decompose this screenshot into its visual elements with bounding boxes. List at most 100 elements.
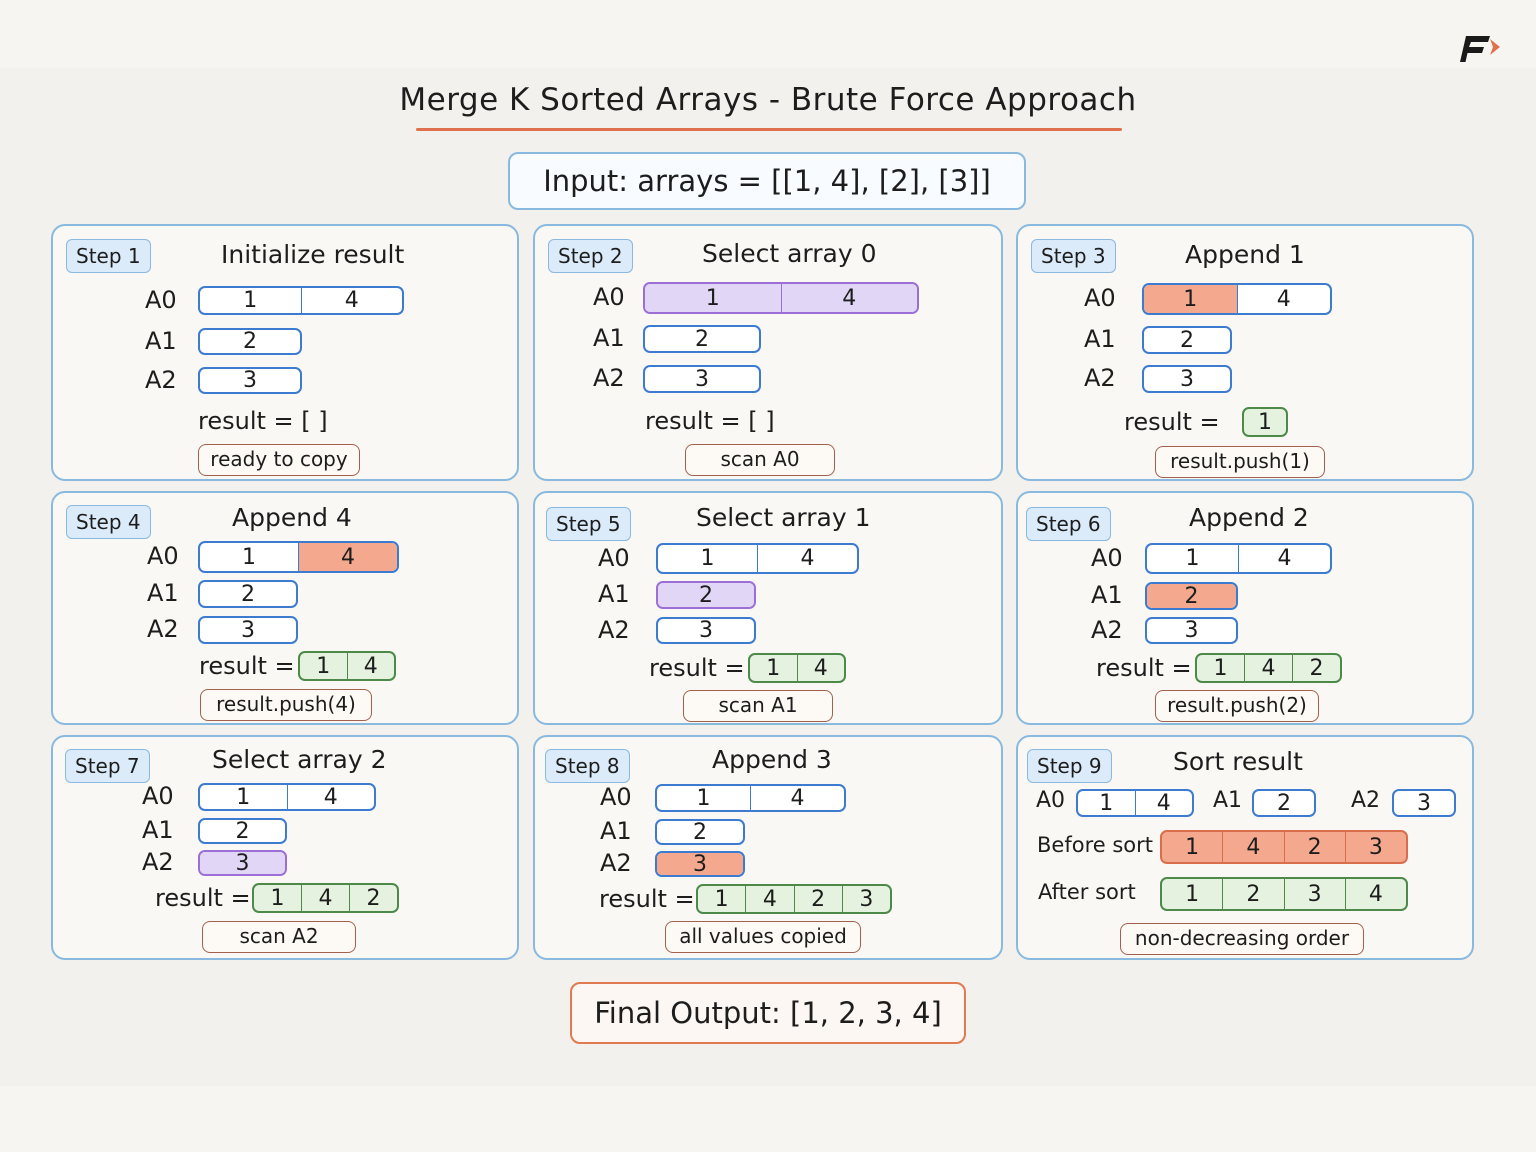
array-a0: 14 xyxy=(198,541,399,573)
result-array-cell: 4 xyxy=(1244,655,1292,681)
array-a0-cell: 4 xyxy=(780,284,917,312)
result-array-cell: 1 xyxy=(1213,655,1228,681)
array-a2: 3 xyxy=(656,617,756,644)
array-a0-cell: 4 xyxy=(757,545,857,572)
step-title: Select array 1 xyxy=(696,503,871,532)
array-label-a1: A1 xyxy=(145,326,177,355)
array-label-a1: A1 xyxy=(593,324,625,352)
array-a0: 14 xyxy=(1142,283,1332,315)
array-a0-cell: 4 xyxy=(300,288,403,313)
result-label: result = xyxy=(649,654,745,682)
array-label-a0: A0 xyxy=(1084,284,1116,312)
array-a1: 2 xyxy=(198,328,302,355)
array-a1: 2 xyxy=(198,580,298,608)
step-title: Initialize result xyxy=(221,240,405,269)
array-a1-cell: 2 xyxy=(693,819,707,845)
result-array-cell: 4 xyxy=(346,653,395,679)
step-title: Append 1 xyxy=(1185,240,1305,269)
after-sort-label: After sort xyxy=(1038,880,1136,904)
array-label-a0: A0 xyxy=(147,542,179,570)
array-a2-cell: 3 xyxy=(699,618,713,643)
step-panel: Step 3 Append 1 A0 1 4 A1 2 A2 3 result = 1 result.… xyxy=(1016,224,1474,481)
array-label-a2: A2 xyxy=(598,615,630,644)
array-label-a1: A1 xyxy=(598,580,630,608)
input-box: Input: arrays = [[1, 4], [2], [3]] xyxy=(508,152,1026,210)
array-a1-cell: 2 xyxy=(1180,327,1194,353)
array-a0-cell: 4 xyxy=(1236,285,1331,313)
array-label-a2: A2 xyxy=(1351,788,1381,813)
result-array: 142 xyxy=(1195,653,1342,683)
array-a0: 14 xyxy=(1145,543,1332,574)
array-a2-cell: 3 xyxy=(241,617,255,643)
array-label-a0: A0 xyxy=(142,782,174,810)
array-a1-cell: 2 xyxy=(1147,584,1236,608)
page-title: Merge K Sorted Arrays - Brute Force Appr… xyxy=(399,82,1137,118)
result-array-cell: 1 xyxy=(316,653,331,679)
result-label: result = [ ] xyxy=(645,407,775,435)
array-a2-cell: 3 xyxy=(657,853,743,875)
array-label-a1: A1 xyxy=(600,817,632,845)
result-array-cell: 3 xyxy=(841,886,890,912)
array-a2: 3 xyxy=(1142,365,1232,393)
step-title: Sort result xyxy=(1173,747,1303,776)
array-a0-cell: 1 xyxy=(696,785,711,811)
array-a1: 2 xyxy=(655,819,745,845)
array-a2: 3 xyxy=(198,616,298,644)
after-sort-array-cell: 1 xyxy=(1185,881,1200,907)
step-note: non-decreasing order xyxy=(1120,923,1364,955)
array-a1-cell: 2 xyxy=(235,818,250,844)
result-array-cell: 1 xyxy=(766,655,781,681)
array-a2-cell: 3 xyxy=(1417,790,1431,816)
array-label-a2: A2 xyxy=(593,364,625,392)
before-sort-array: 1423 xyxy=(1160,830,1408,864)
array-a0: 14 xyxy=(198,783,376,811)
array-label-a2: A2 xyxy=(1091,615,1123,644)
step-tag: Step 3 xyxy=(1031,239,1116,273)
step-panel: Step 7 Select array 2 A0 1 4 A1 2 A2 3 result = 1 4… xyxy=(51,735,519,960)
brand-logo-icon xyxy=(1460,36,1500,62)
array-a2: 3 xyxy=(1145,617,1238,644)
array-a0: 14 xyxy=(198,286,404,315)
result-array-cell: 1 xyxy=(270,885,285,911)
before-sort-array-cell: 1 xyxy=(1185,834,1200,860)
array-a1: 2 xyxy=(656,581,756,609)
after-sort-array-cell: 3 xyxy=(1283,879,1345,909)
before-sort-array-cell: 2 xyxy=(1283,832,1345,862)
array-a2: 3 xyxy=(655,851,745,877)
title-underline xyxy=(416,128,1122,131)
step-title: Append 3 xyxy=(712,745,832,774)
result-label: result = xyxy=(155,884,251,912)
array-label-a0: A0 xyxy=(593,283,625,311)
step-tag: Step 6 xyxy=(1026,507,1111,541)
array-a0-cell: 1 xyxy=(1185,546,1200,571)
array-a0: 14 xyxy=(643,282,919,314)
step-tag: Step 8 xyxy=(545,749,630,783)
array-label-a2: A2 xyxy=(147,615,179,643)
before-sort-label: Before sort xyxy=(1037,833,1153,857)
array-a2: 3 xyxy=(643,365,761,393)
array-a0: 14 xyxy=(656,543,859,574)
array-a1: 2 xyxy=(643,325,761,353)
result-label: result = [ ] xyxy=(198,407,328,435)
result-array-cell: 1 xyxy=(714,886,729,912)
step-panel: Step 6 Append 2 A0 1 4 A1 2 A2 3 result = 1 4 2 resul… xyxy=(1016,491,1474,725)
result-array-cell: 4 xyxy=(796,655,845,681)
array-a0-cell: 4 xyxy=(1238,545,1330,572)
array-label-a1: A1 xyxy=(1091,581,1123,609)
step-note: result.push(4) xyxy=(200,689,372,721)
array-label-a0: A0 xyxy=(598,543,630,572)
array-a2-cell: 3 xyxy=(243,368,257,393)
step-note: result.push(1) xyxy=(1155,446,1325,478)
result-label: result = xyxy=(1096,654,1192,682)
result-label: result = xyxy=(1124,408,1220,436)
result-array-cell: 2 xyxy=(1292,655,1340,681)
array-a1-cell: 2 xyxy=(1277,790,1291,816)
array-label-a2: A2 xyxy=(1084,364,1116,392)
step-title: Select array 2 xyxy=(212,745,387,774)
array-a1: 2 xyxy=(1142,326,1232,354)
step-panel: Step 5 Select array 1 A0 1 4 A1 2 A2 3 result = 1 4… xyxy=(533,491,1003,725)
array-label-a0: A0 xyxy=(600,783,632,811)
step-panel: Step 4 Append 4 A0 1 4 A1 2 A2 3 result = 1 4 result… xyxy=(51,491,519,725)
array-a1: 2 xyxy=(198,818,287,844)
result-array: 1 xyxy=(1242,407,1288,437)
